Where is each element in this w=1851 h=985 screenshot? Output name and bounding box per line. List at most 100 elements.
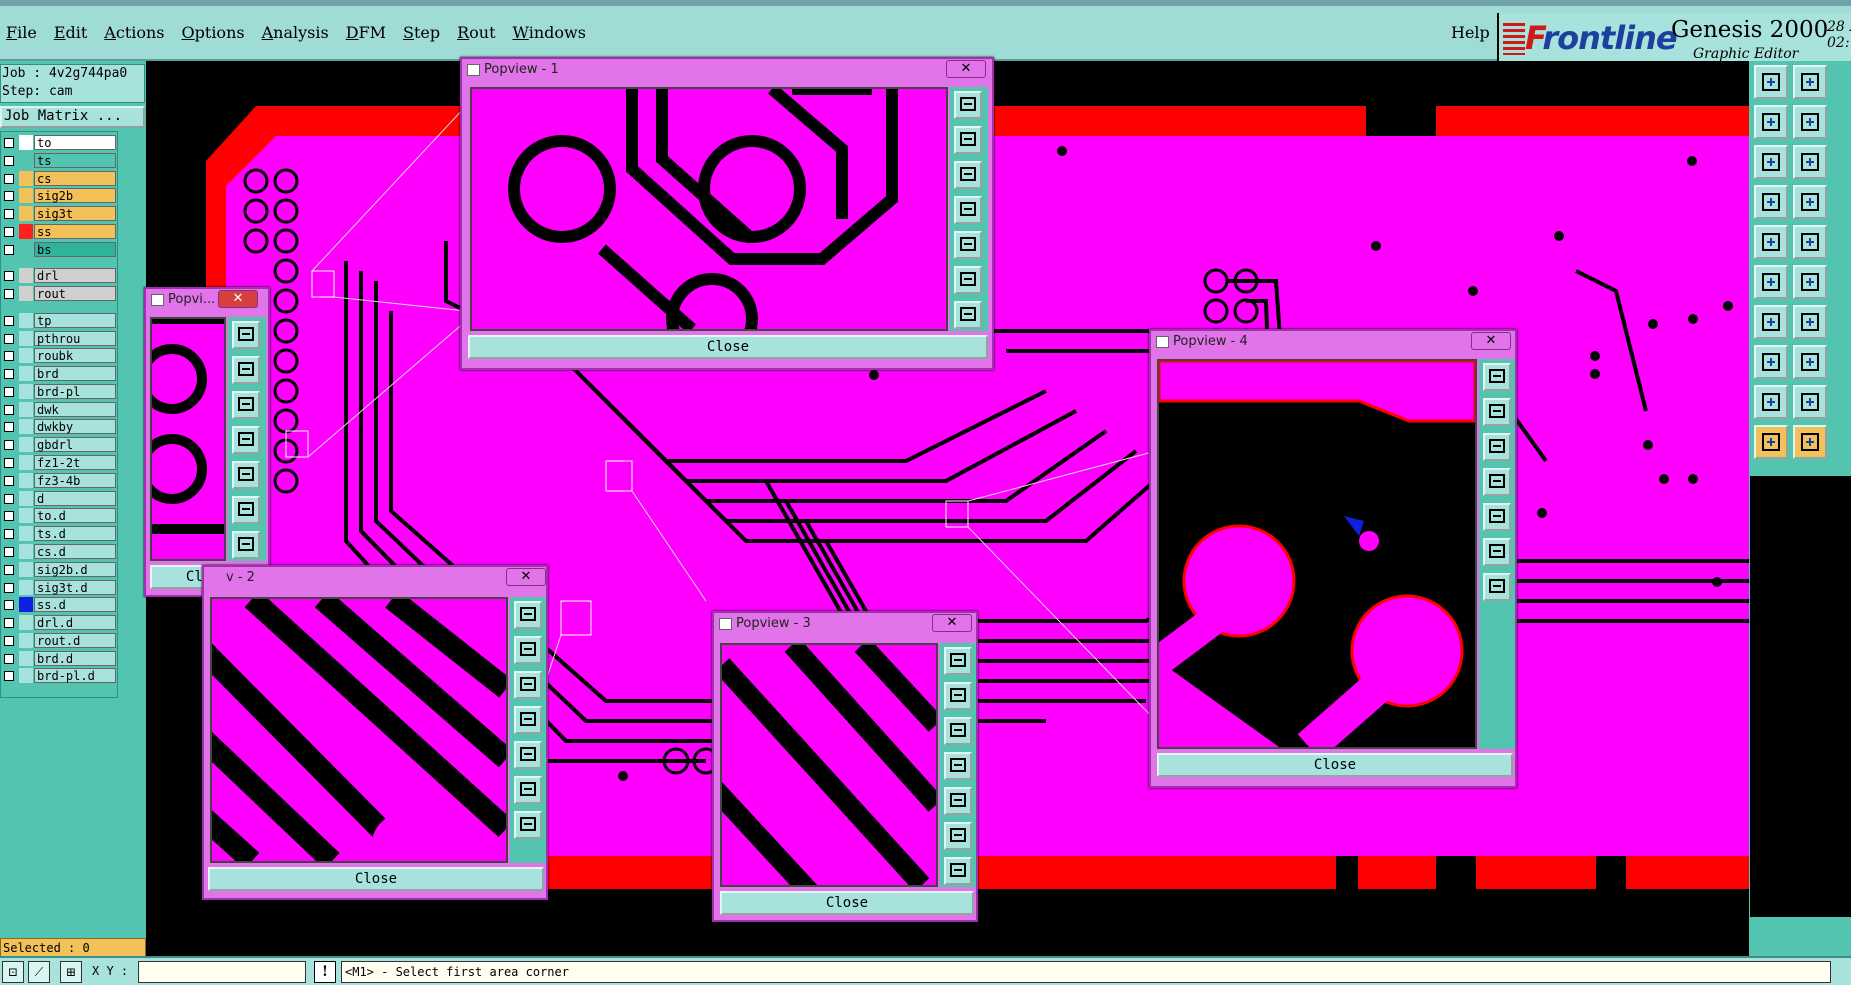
- fit-icon[interactable]: [944, 647, 972, 675]
- layer-checkbox[interactable]: [4, 475, 14, 486]
- center-icon[interactable]: [514, 811, 542, 839]
- layer-checkbox[interactable]: [4, 582, 14, 593]
- popview-2-close-icon[interactable]: ✕: [506, 568, 546, 586]
- popview-4-view[interactable]: [1157, 359, 1477, 749]
- popview-4-close-icon[interactable]: ✕: [1471, 332, 1511, 350]
- select-icon[interactable]: [1793, 425, 1827, 459]
- polygon-icon[interactable]: [1793, 385, 1827, 419]
- layer-row-brd[interactable]: brd: [2, 366, 117, 382]
- fit-right-icon[interactable]: [1793, 105, 1827, 139]
- pan-right-icon[interactable]: [954, 231, 982, 259]
- layer-row-sig2b.d[interactable]: sig2b.d: [2, 561, 117, 578]
- expand-icon[interactable]: [944, 822, 972, 850]
- layer-checkbox[interactable]: [4, 564, 14, 575]
- expand-icon[interactable]: [514, 776, 542, 804]
- pad-icon[interactable]: [1754, 345, 1788, 379]
- menu-rout[interactable]: Rout: [457, 23, 495, 42]
- popview-5-window[interactable]: Popvi... ✕ Close: [144, 287, 270, 597]
- pan-left-icon[interactable]: [514, 706, 542, 734]
- popview-4-close-button[interactable]: Close: [1157, 753, 1513, 777]
- pan-left-icon[interactable]: [954, 196, 982, 224]
- expand-icon[interactable]: [232, 496, 260, 524]
- popview-1-close-icon[interactable]: ✕: [946, 60, 986, 78]
- menu-analysis[interactable]: Analysis: [262, 23, 329, 42]
- popview-3-close-button[interactable]: Close: [720, 891, 974, 915]
- popview-1-view[interactable]: [470, 87, 948, 331]
- menu-options[interactable]: Options: [182, 23, 245, 42]
- layer-row-rout[interactable]: rout: [2, 286, 117, 302]
- layer-checkbox[interactable]: [4, 386, 14, 397]
- layer-checkbox[interactable]: [4, 271, 14, 282]
- popview-1-close-button[interactable]: Close: [468, 335, 988, 359]
- xy-input[interactable]: [138, 961, 306, 983]
- layer-row-ts.d[interactable]: ts.d: [2, 526, 117, 542]
- pan-right-icon[interactable]: [1483, 503, 1511, 531]
- layer-row-d[interactable]: d: [2, 490, 117, 507]
- layer-row-cs.d[interactable]: cs.d: [2, 543, 117, 560]
- layer-row-ss.d[interactable]: ss.d: [2, 597, 117, 613]
- zoom-out-icon[interactable]: [1483, 433, 1511, 461]
- fit-left-icon[interactable]: [1754, 105, 1788, 139]
- dash-icon[interactable]: [1793, 345, 1827, 379]
- menu-dfm[interactable]: DFM: [346, 23, 386, 42]
- layer-checkbox[interactable]: [4, 244, 14, 255]
- center-icon[interactable]: [944, 857, 972, 885]
- layer-row-sig3t.d[interactable]: sig3t.d: [2, 579, 117, 596]
- popview-5-close-icon[interactable]: ✕: [218, 290, 258, 308]
- save-icon[interactable]: [1793, 65, 1827, 99]
- layer-checkbox[interactable]: [4, 333, 14, 344]
- menu-edit[interactable]: Edit: [54, 23, 87, 42]
- layer-checkbox[interactable]: [4, 511, 14, 522]
- menu-actions[interactable]: Actions: [104, 23, 164, 42]
- zoom-out-icon[interactable]: [944, 717, 972, 745]
- layer-checkbox[interactable]: [4, 422, 14, 433]
- layer-checkbox[interactable]: [4, 315, 14, 326]
- pan-icon[interactable]: [1793, 145, 1827, 179]
- layer-row-brd.d[interactable]: brd.d: [2, 650, 117, 667]
- layer-checkbox[interactable]: [4, 440, 14, 451]
- layer-checkbox[interactable]: [4, 369, 14, 380]
- line-icon[interactable]: [1754, 305, 1788, 339]
- zoom-out-icon[interactable]: [514, 671, 542, 699]
- layer-checkbox[interactable]: [4, 173, 14, 184]
- popview-4-window[interactable]: Popview - 4 ✕ Close: [1149, 329, 1517, 788]
- zoom-out-icon[interactable]: [954, 161, 982, 189]
- layer-row-drl.d[interactable]: drl.d: [2, 615, 117, 631]
- job-matrix-button[interactable]: Job Matrix ...: [0, 106, 145, 128]
- layer-row-bs[interactable]: bs: [2, 241, 117, 258]
- layer-checkbox[interactable]: [4, 529, 14, 540]
- expand-icon[interactable]: [954, 266, 982, 294]
- status-grid-icon[interactable]: ⊞: [60, 961, 82, 983]
- layer-checkbox[interactable]: [4, 351, 14, 362]
- zoom-out-icon[interactable]: [232, 391, 260, 419]
- fit-icon[interactable]: [232, 321, 260, 349]
- help-menu[interactable]: Help: [1451, 23, 1490, 42]
- fit-icon[interactable]: [1483, 363, 1511, 391]
- layer-row-pthrou[interactable]: pthrou: [2, 330, 117, 347]
- node-icon[interactable]: [1754, 265, 1788, 299]
- popview-3-window[interactable]: Popview - 3 ✕ Close: [712, 611, 978, 922]
- layer-row-cs[interactable]: cs: [2, 170, 117, 187]
- status-tool-1-icon[interactable]: ⊡: [2, 961, 24, 983]
- zoom-icon[interactable]: [1754, 145, 1788, 179]
- layer-checkbox[interactable]: [4, 653, 14, 664]
- popview-3-view[interactable]: [720, 643, 938, 887]
- cross-icon[interactable]: [1793, 265, 1827, 299]
- layer-row-to[interactable]: to: [2, 135, 117, 151]
- layer-checkbox[interactable]: [4, 618, 14, 629]
- center-icon[interactable]: [954, 301, 982, 329]
- pan-left-icon[interactable]: [1483, 468, 1511, 496]
- layer-checkbox[interactable]: [4, 191, 14, 202]
- fit-icon[interactable]: [514, 601, 542, 629]
- route-icon[interactable]: [1754, 185, 1788, 219]
- pan-right-icon[interactable]: [232, 461, 260, 489]
- pan-right-icon[interactable]: [514, 741, 542, 769]
- center-icon[interactable]: [232, 531, 260, 559]
- zoom-in-icon[interactable]: [514, 636, 542, 664]
- layer-checkbox[interactable]: [4, 138, 14, 148]
- layer-row-to.d[interactable]: to.d: [2, 508, 117, 524]
- triangle-icon[interactable]: [1754, 385, 1788, 419]
- center-icon[interactable]: [1483, 573, 1511, 601]
- grid-icon[interactable]: [1793, 185, 1827, 219]
- layer-checkbox[interactable]: [4, 289, 14, 300]
